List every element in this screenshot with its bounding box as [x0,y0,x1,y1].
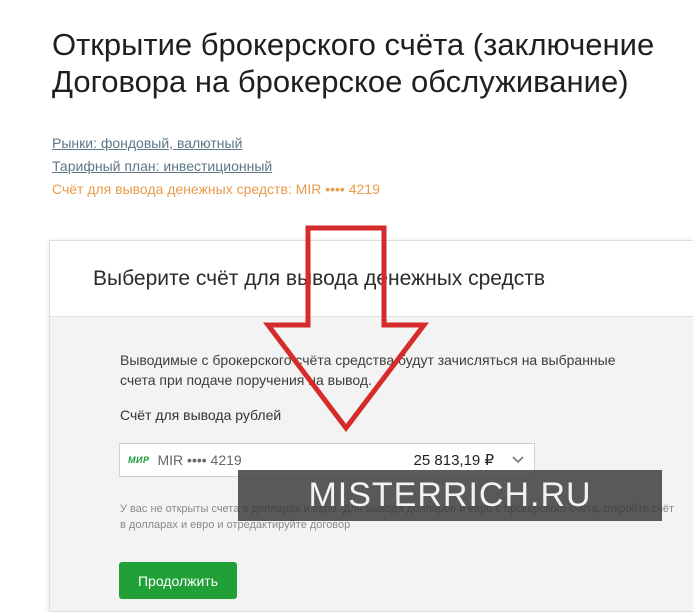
chevron-down-icon[interactable] [506,456,530,464]
account-balance: 25 813,19 ₽ [413,452,494,469]
red-arrow-icon [262,225,430,433]
summary-list: Рынки: фондовый, валютный Тарифный план:… [52,132,380,201]
rub-account-label: Счёт для вывода рублей [120,407,282,423]
withdraw-account-summary: Счёт для вывода денежных средств: MIR ••… [52,181,380,197]
markets-link[interactable]: Рынки: фондовый, валютный [52,132,380,155]
watermark: MISTERRICH.RU [238,470,662,521]
selected-account: MIR •••• 4219 [157,452,242,468]
mir-logo-icon: МИР [128,455,150,465]
page-title: Открытие брокерского счёта (заключение Д… [52,27,655,99]
tariff-link[interactable]: Тарифный план: инвестиционный [52,155,380,178]
continue-button[interactable]: Продолжить [119,562,237,599]
watermark-text: MISTERRICH.RU [308,476,592,514]
